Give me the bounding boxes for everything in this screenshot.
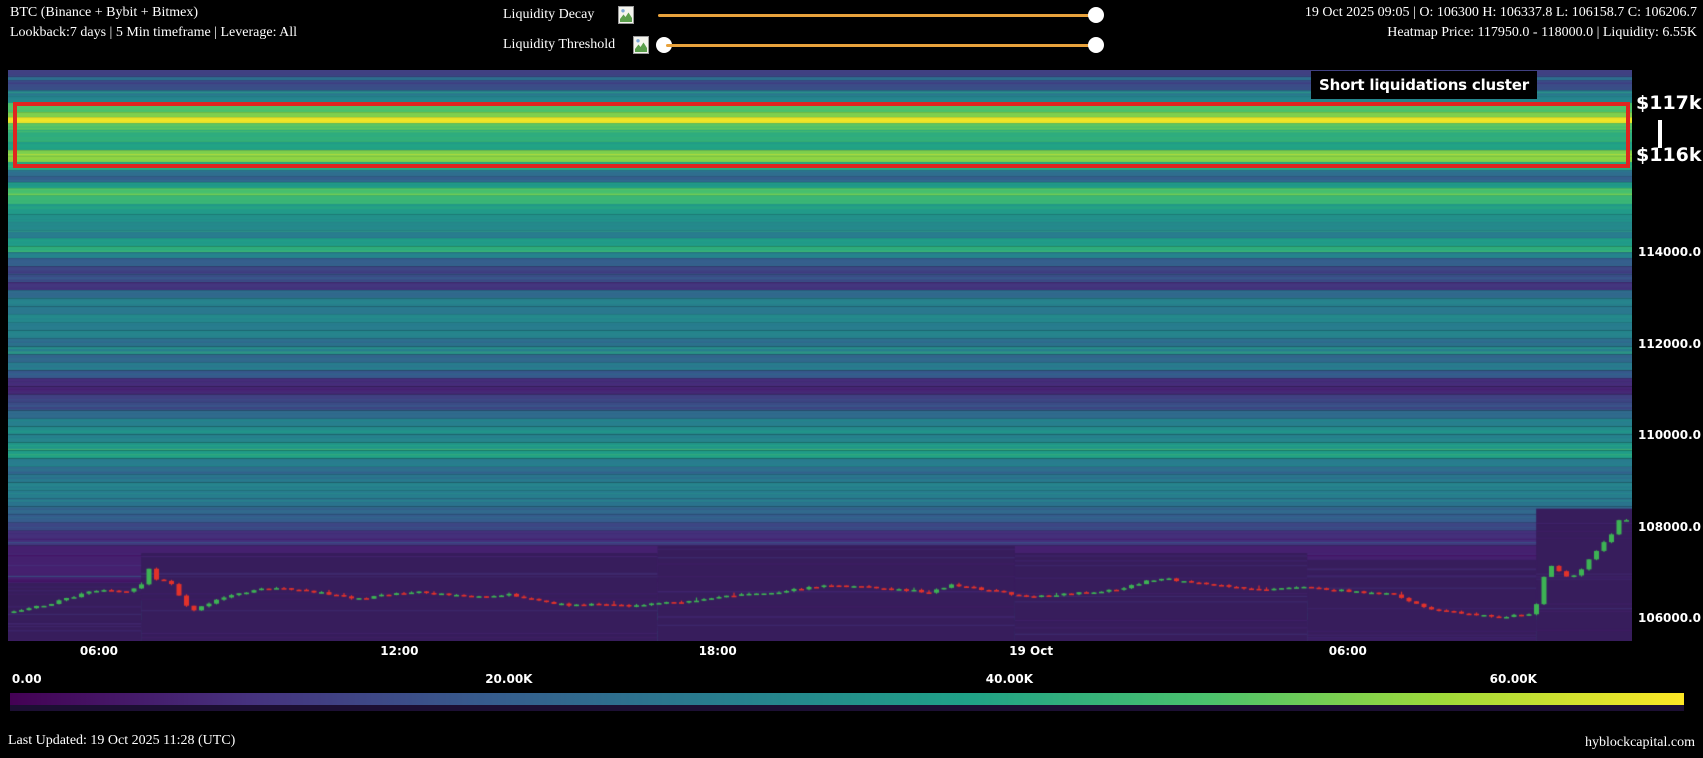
app-subtitle: Lookback:7 days | 5 Min timeframe | Leve… [10, 23, 297, 43]
watermark-text: hyblockcapital.com [1585, 735, 1695, 751]
short-liquidations-annotation-box [13, 102, 1630, 168]
broken-image-icon [633, 36, 649, 59]
y-axis-label: 108000.0 [1638, 520, 1701, 534]
liquidity-decay-slider-handle[interactable] [1088, 7, 1104, 23]
x-axis-label: 18:00 [699, 644, 737, 658]
broken-image-icon [618, 6, 634, 29]
colorbar-tick-label: 60.00K [1490, 672, 1537, 686]
header-right: 19 Oct 2025 09:05 | O: 106300 H: 106337.… [1305, 3, 1697, 43]
colorbar-tick-label: 20.00K [485, 672, 532, 686]
colorbar-tick-label: 0.00 [12, 672, 42, 686]
x-axis-label: 12:00 [380, 644, 418, 658]
liquidity-threshold-label: Liquidity Threshold [503, 37, 615, 53]
liquidity-threshold-slider-track[interactable] [666, 44, 1096, 47]
ohlc-readout: 19 Oct 2025 09:05 | O: 106300 H: 106337.… [1305, 3, 1697, 23]
y-axis-label: 114000.0 [1638, 245, 1701, 259]
liquidity-decay-slider-track[interactable] [658, 14, 1096, 17]
colorbar-gradient [10, 693, 1684, 705]
y-axis-label: 106000.0 [1638, 611, 1701, 625]
header-left: BTC (Binance + Bybit + Bitmex) Lookback:… [10, 3, 297, 43]
colorbar-tick-label: 40.00K [986, 672, 1033, 686]
liquidity-threshold-slider-handle-max[interactable] [1088, 37, 1104, 53]
y-axis-label: 110000.0 [1638, 428, 1701, 442]
x-axis-label: 06:00 [1329, 644, 1367, 658]
heatmap-readout: Heatmap Price: 117950.0 - 118000.0 | Liq… [1305, 23, 1697, 43]
liquidity-decay-label: Liquidity Decay [503, 7, 594, 23]
liquidation-heatmap-app: BTC (Binance + Bybit + Bitmex) Lookback:… [0, 0, 1703, 758]
short-liquidations-tooltip: Short liquidations cluster [1311, 71, 1537, 99]
colorbar-shadow [10, 705, 1684, 711]
last-updated-text: Last Updated: 19 Oct 2025 11:28 (UTC) [8, 733, 235, 749]
price-label-116k: $116k [1636, 144, 1702, 166]
app-title: BTC (Binance + Bybit + Bitmex) [10, 3, 297, 23]
x-axis-label: 06:00 [80, 644, 118, 658]
y-axis-label: 112000.0 [1638, 337, 1701, 351]
x-axis-label: 19 Oct [1009, 644, 1053, 658]
price-label-117k: $117k [1636, 92, 1702, 114]
